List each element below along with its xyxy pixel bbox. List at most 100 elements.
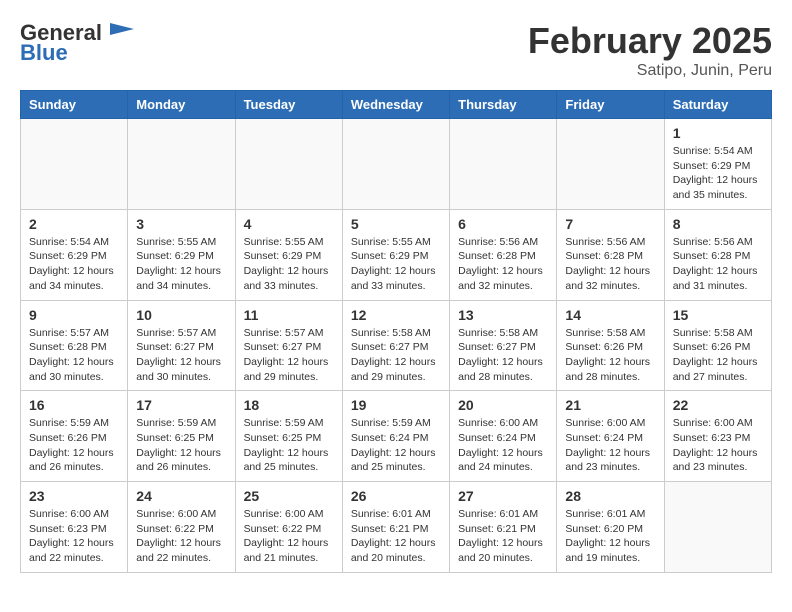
calendar-cell: 16 Sunrise: 5:59 AMSunset: 6:26 PMDayligh… [21,391,128,482]
calendar-cell: 10 Sunrise: 5:57 AMSunset: 6:27 PMDayligh… [128,300,235,391]
calendar-cell: 1 Sunrise: 5:54 AMSunset: 6:29 PMDaylight… [664,119,771,210]
day-number: 25 [244,488,334,504]
day-number: 5 [351,216,441,232]
logo-flag-icon [106,21,134,43]
calendar-cell: 3Sunrise: 5:55 AMSunset: 6:29 PMDaylight… [128,209,235,300]
day-number: 13 [458,307,548,323]
week-row-3: 9 Sunrise: 5:57 AMSunset: 6:28 PMDaylight… [21,300,772,391]
day-number: 12 [351,307,441,323]
day-info: Sunrise: 5:55 AMSunset: 6:29 PMDaylight:… [351,235,441,294]
calendar-cell [128,119,235,210]
day-number: 15 [673,307,763,323]
calendar-cell [21,119,128,210]
week-row-4: 16 Sunrise: 5:59 AMSunset: 6:26 PMDayligh… [21,391,772,482]
day-info: Sunrise: 5:58 AMSunset: 6:26 PMDaylight:… [565,326,655,385]
day-info: Sunrise: 5:55 AMSunset: 6:29 PMDaylight:… [136,235,226,294]
day-info: Sunrise: 6:00 AMSunset: 6:22 PMDaylight:… [136,507,226,566]
month-title: February 2025 [528,20,772,62]
calendar-cell: 23 Sunrise: 6:00 AMSunset: 6:23 PMDayligh… [21,482,128,573]
day-number: 7 [565,216,655,232]
day-info: Sunrise: 5:58 AMSunset: 6:27 PMDaylight:… [458,326,548,385]
day-info: Sunrise: 5:59 AMSunset: 6:26 PMDaylight:… [29,416,119,475]
calendar-cell: 13 Sunrise: 5:58 AMSunset: 6:27 PMDayligh… [450,300,557,391]
calendar-cell: 15 Sunrise: 5:58 AMSunset: 6:26 PMDayligh… [664,300,771,391]
days-of-week-row: SundayMondayTuesdayWednesdayThursdayFrid… [21,91,772,119]
calendar-body: 1 Sunrise: 5:54 AMSunset: 6:29 PMDaylight… [21,119,772,573]
calendar-cell: 21Sunrise: 6:00 AMSunset: 6:24 PMDayligh… [557,391,664,482]
day-number: 10 [136,307,226,323]
col-header-monday: Monday [128,91,235,119]
calendar-cell: 25 Sunrise: 6:00 AMSunset: 6:22 PMDayligh… [235,482,342,573]
day-number: 2 [29,216,119,232]
day-info: Sunrise: 5:55 AMSunset: 6:29 PMDaylight:… [244,235,334,294]
day-number: 9 [29,307,119,323]
col-header-thursday: Thursday [450,91,557,119]
day-info: Sunrise: 5:56 AMSunset: 6:28 PMDaylight:… [565,235,655,294]
day-number: 6 [458,216,548,232]
day-info: Sunrise: 5:59 AMSunset: 6:24 PMDaylight:… [351,416,441,475]
calendar-cell [450,119,557,210]
day-info: Sunrise: 6:00 AMSunset: 6:24 PMDaylight:… [458,416,548,475]
calendar-cell: 24 Sunrise: 6:00 AMSunset: 6:22 PMDayligh… [128,482,235,573]
day-info: Sunrise: 6:01 AMSunset: 6:20 PMDaylight:… [565,507,655,566]
calendar-cell: 18 Sunrise: 5:59 AMSunset: 6:25 PMDayligh… [235,391,342,482]
day-number: 19 [351,397,441,413]
calendar-cell: 8 Sunrise: 5:56 AMSunset: 6:28 PMDaylight… [664,209,771,300]
day-info: Sunrise: 6:00 AMSunset: 6:22 PMDaylight:… [244,507,334,566]
calendar-cell: 14 Sunrise: 5:58 AMSunset: 6:26 PMDayligh… [557,300,664,391]
week-row-2: 2 Sunrise: 5:54 AMSunset: 6:29 PMDaylight… [21,209,772,300]
day-number: 8 [673,216,763,232]
col-header-saturday: Saturday [664,91,771,119]
day-info: Sunrise: 5:57 AMSunset: 6:27 PMDaylight:… [136,326,226,385]
day-number: 1 [673,125,763,141]
calendar-cell: 26 Sunrise: 6:01 AMSunset: 6:21 PMDayligh… [342,482,449,573]
day-info: Sunrise: 5:58 AMSunset: 6:26 PMDaylight:… [673,326,763,385]
day-info: Sunrise: 6:01 AMSunset: 6:21 PMDaylight:… [351,507,441,566]
day-number: 18 [244,397,334,413]
day-number: 22 [673,397,763,413]
col-header-wednesday: Wednesday [342,91,449,119]
calendar-cell: 20 Sunrise: 6:00 AMSunset: 6:24 PMDayligh… [450,391,557,482]
day-info: Sunrise: 6:01 AMSunset: 6:21 PMDaylight:… [458,507,548,566]
day-info: Sunrise: 5:57 AMSunset: 6:28 PMDaylight:… [29,326,119,385]
day-info: Sunrise: 5:58 AMSunset: 6:27 PMDaylight:… [351,326,441,385]
day-number: 26 [351,488,441,504]
calendar-cell: 12 Sunrise: 5:58 AMSunset: 6:27 PMDayligh… [342,300,449,391]
calendar-cell: 5 Sunrise: 5:55 AMSunset: 6:29 PMDaylight… [342,209,449,300]
page-header: General Blue February 2025 Satipo, Junin… [20,20,772,80]
week-row-5: 23 Sunrise: 6:00 AMSunset: 6:23 PMDayligh… [21,482,772,573]
col-header-sunday: Sunday [21,91,128,119]
day-info: Sunrise: 5:57 AMSunset: 6:27 PMDaylight:… [244,326,334,385]
day-number: 23 [29,488,119,504]
day-info: Sunrise: 5:54 AMSunset: 6:29 PMDaylight:… [673,144,763,203]
calendar-cell [557,119,664,210]
day-number: 20 [458,397,548,413]
calendar-cell: 22Sunrise: 6:00 AMSunset: 6:23 PMDayligh… [664,391,771,482]
calendar-cell: 17Sunrise: 5:59 AMSunset: 6:25 PMDayligh… [128,391,235,482]
day-number: 24 [136,488,226,504]
calendar-cell: 7 Sunrise: 5:56 AMSunset: 6:28 PMDaylight… [557,209,664,300]
calendar-cell: 28 Sunrise: 6:01 AMSunset: 6:20 PMDayligh… [557,482,664,573]
calendar-cell: 4Sunrise: 5:55 AMSunset: 6:29 PMDaylight… [235,209,342,300]
calendar-cell [235,119,342,210]
day-info: Sunrise: 5:56 AMSunset: 6:28 PMDaylight:… [673,235,763,294]
day-info: Sunrise: 6:00 AMSunset: 6:23 PMDaylight:… [29,507,119,566]
day-info: Sunrise: 5:59 AMSunset: 6:25 PMDaylight:… [244,416,334,475]
day-number: 16 [29,397,119,413]
calendar-cell: 11Sunrise: 5:57 AMSunset: 6:27 PMDayligh… [235,300,342,391]
day-info: Sunrise: 5:59 AMSunset: 6:25 PMDaylight:… [136,416,226,475]
day-number: 14 [565,307,655,323]
logo-blue-text: Blue [20,40,68,66]
location: Satipo, Junin, Peru [528,62,772,80]
calendar-table: SundayMondayTuesdayWednesdayThursdayFrid… [20,90,772,573]
week-row-1: 1 Sunrise: 5:54 AMSunset: 6:29 PMDaylight… [21,119,772,210]
col-header-friday: Friday [557,91,664,119]
calendar-cell [342,119,449,210]
calendar-cell: 9 Sunrise: 5:57 AMSunset: 6:28 PMDaylight… [21,300,128,391]
day-info: Sunrise: 5:54 AMSunset: 6:29 PMDaylight:… [29,235,119,294]
day-number: 28 [565,488,655,504]
calendar-cell: 27 Sunrise: 6:01 AMSunset: 6:21 PMDayligh… [450,482,557,573]
day-info: Sunrise: 5:56 AMSunset: 6:28 PMDaylight:… [458,235,548,294]
calendar-cell [664,482,771,573]
day-number: 27 [458,488,548,504]
